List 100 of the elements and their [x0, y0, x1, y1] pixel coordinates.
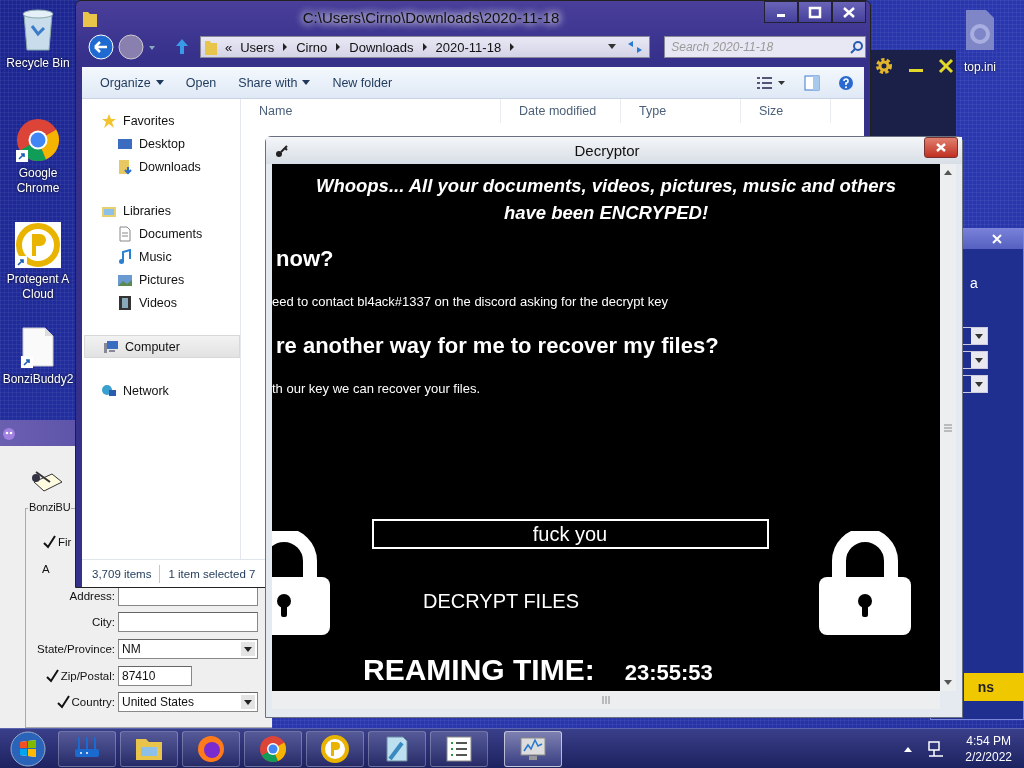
sidebar-item[interactable]: Network [82, 379, 240, 402]
p-logo-icon [319, 732, 351, 765]
back-icon[interactable] [88, 34, 114, 60]
field-value: NM [122, 642, 141, 657]
folder-icon [205, 39, 217, 55]
creature-icon [2, 426, 16, 440]
help-icon[interactable] [838, 74, 854, 91]
maximize-icon [808, 5, 822, 19]
chevron-icon [335, 43, 342, 51]
up-arrow-icon [943, 168, 953, 176]
key-input-field[interactable]: fuck you [371, 519, 769, 549]
toolbar-button[interactable]: Open [177, 71, 225, 94]
breadcrumb-item[interactable]: Users [240, 39, 275, 55]
headline-text: Whoops... All your documents, videos, pictures, music and others [314, 174, 898, 198]
field-label: A [42, 563, 50, 576]
column-header[interactable]: Date modified [501, 99, 621, 123]
clock[interactable]: 4:54 PM 2/2/2022 [965, 732, 1012, 765]
gear-icon[interactable] [874, 56, 894, 76]
film-icon [117, 294, 133, 311]
globe-icon [101, 382, 117, 399]
taskbar-button[interactable] [120, 730, 178, 767]
close-icon[interactable] [938, 56, 954, 76]
countdown-timer: 23:55:53 [624, 660, 713, 686]
folder-icon [82, 9, 98, 29]
recycle-bin-icon[interactable] [20, 8, 56, 52]
taskbar-button[interactable] [306, 730, 364, 767]
icon-label: Google Chrome [16, 166, 60, 196]
column-header[interactable]: Type [621, 99, 741, 123]
view-list-icon[interactable] [756, 75, 786, 90]
breadcrumb-item[interactable]: « [225, 39, 233, 55]
breadcrumb-item[interactable]: 2020-11-18 [435, 39, 502, 55]
field-label: Address: [69, 589, 115, 602]
grip-icon [944, 423, 952, 432]
paragraph-text: th our key we can recover your files. [272, 381, 482, 396]
key-icon [274, 142, 290, 159]
icon-label: Recycle Bin [6, 56, 70, 71]
close-icon [935, 142, 947, 153]
sidebar-item[interactable]: Desktop [82, 132, 240, 155]
toolbar-button[interactable]: Organize [92, 71, 172, 94]
document-icon [117, 225, 133, 242]
input-field[interactable]: 87410 [118, 665, 192, 686]
section-heading: re another way for me to recover my files? [276, 333, 720, 359]
grip-icon [602, 696, 610, 704]
chevron-icon [421, 43, 428, 51]
sidebar-item[interactable]: Libraries [82, 199, 240, 222]
chrome-icon[interactable] [16, 118, 60, 162]
toolbar-button[interactable]: New folder [324, 71, 401, 94]
taskbar-button[interactable] [368, 730, 426, 767]
sidebar-item[interactable]: Favorites [82, 109, 240, 132]
sidebar-item[interactable]: Music [82, 245, 240, 268]
taskbar-button[interactable] [504, 730, 562, 767]
sidebar-item[interactable]: Pictures [82, 268, 240, 291]
window-title: C:\Users\Cirno\Downloads\2020-11-18 [301, 8, 561, 26]
field-label: State/Province: [37, 643, 115, 656]
taskbar-button[interactable] [244, 730, 302, 767]
breadcrumb-item[interactable]: Downloads [349, 39, 414, 55]
sidebar-item[interactable]: Documents [82, 222, 240, 245]
timer-label: REAMING TIME: [363, 653, 595, 687]
paragraph-text: eed to contact bl4ack#1337 on the discord asking for the decrypt key [272, 294, 670, 309]
toolbar-button[interactable]: Share with [230, 71, 319, 94]
input-field[interactable] [118, 612, 258, 633]
computer-icon [103, 338, 119, 355]
horizontal-scrollbar[interactable] [272, 691, 940, 709]
action-button[interactable]: ns [964, 673, 1024, 701]
dropdown[interactable]: NM [118, 639, 258, 660]
down-arrow-icon [943, 679, 953, 687]
document-icon[interactable] [21, 326, 55, 368]
music-note-icon [117, 248, 133, 265]
icon-label: top.ini [964, 60, 996, 74]
sidebar-item[interactable]: Computer [84, 335, 240, 358]
close-icon[interactable] [991, 233, 1003, 245]
dropdown-arrow-icon[interactable] [607, 43, 618, 51]
sidebar-item[interactable]: Videos [82, 291, 240, 314]
minimize-icon [777, 13, 785, 17]
chevron-icon [509, 43, 516, 51]
maximize-button[interactable] [798, 1, 832, 23]
download-folder-icon [117, 158, 133, 175]
close-icon [842, 5, 856, 19]
address-bar[interactable]: « Users Cirno Downloads 2020-11-18 [200, 36, 651, 58]
close-button[interactable] [924, 137, 958, 158]
label-text: a [970, 275, 979, 293]
field-label: Fir [58, 536, 72, 549]
network-icon[interactable] [927, 739, 946, 758]
minimize-button[interactable] [764, 1, 798, 23]
vertical-scrollbar[interactable] [940, 164, 956, 691]
taskbar-button[interactable] [430, 730, 488, 767]
column-header[interactable]: Name [241, 99, 501, 123]
field-value: United States [122, 695, 195, 710]
headline-text: have been ENCRYPED! [502, 201, 710, 225]
search-field[interactable]: Search 2020-11-18 [664, 36, 866, 58]
dropdown[interactable]: United States [118, 692, 258, 713]
icon-label: Protegent A Cloud [6, 272, 70, 302]
group-label: BonziBU [28, 501, 72, 513]
close-button[interactable] [832, 1, 866, 23]
column-header[interactable]: Size [741, 99, 831, 123]
field-label: Zip/Postal: [60, 669, 115, 682]
field-label: City: [92, 616, 115, 629]
sidebar-item[interactable]: Downloads [82, 155, 240, 178]
chevron-icon [282, 43, 289, 51]
breadcrumb-item[interactable]: Cirno [296, 39, 328, 55]
